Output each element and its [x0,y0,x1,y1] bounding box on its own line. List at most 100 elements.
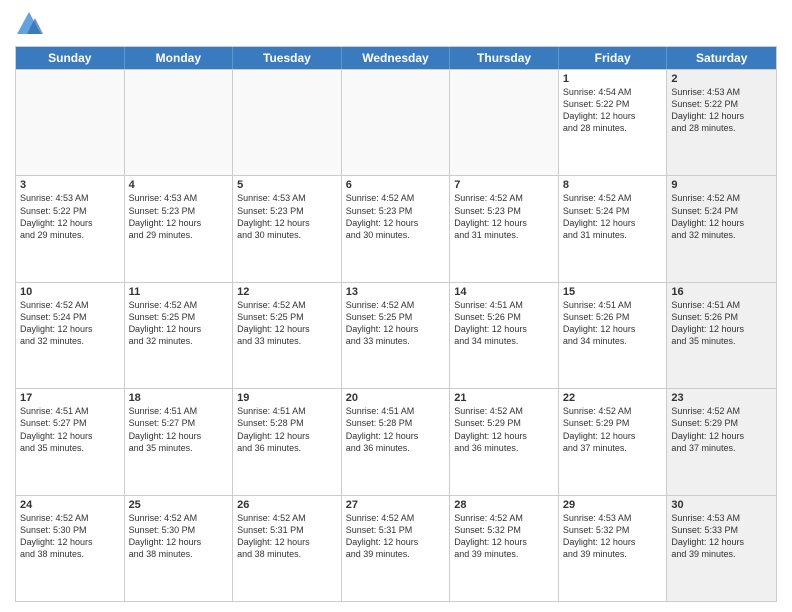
day-number: 26 [237,499,337,511]
day-number: 22 [563,392,663,404]
day-info: Sunrise: 4:52 AM Sunset: 5:30 PM Dayligh… [129,512,229,561]
day-number: 23 [671,392,772,404]
day-number: 4 [129,179,229,191]
day-info: Sunrise: 4:52 AM Sunset: 5:32 PM Dayligh… [454,512,554,561]
day-number: 5 [237,179,337,191]
weekday-header-friday: Friday [559,47,668,69]
cal-cell-1-0: 3Sunrise: 4:53 AM Sunset: 5:22 PM Daylig… [16,176,125,281]
day-info: Sunrise: 4:53 AM Sunset: 5:33 PM Dayligh… [671,512,772,561]
day-info: Sunrise: 4:52 AM Sunset: 5:24 PM Dayligh… [671,192,772,241]
cal-cell-0-5: 1Sunrise: 4:54 AM Sunset: 5:22 PM Daylig… [559,70,668,175]
day-info: Sunrise: 4:51 AM Sunset: 5:27 PM Dayligh… [20,405,120,454]
day-number: 14 [454,286,554,298]
cal-cell-0-4 [450,70,559,175]
day-number: 29 [563,499,663,511]
day-info: Sunrise: 4:51 AM Sunset: 5:26 PM Dayligh… [454,299,554,348]
day-info: Sunrise: 4:52 AM Sunset: 5:23 PM Dayligh… [454,192,554,241]
cal-cell-0-6: 2Sunrise: 4:53 AM Sunset: 5:22 PM Daylig… [667,70,776,175]
day-number: 6 [346,179,446,191]
day-info: Sunrise: 4:52 AM Sunset: 5:23 PM Dayligh… [346,192,446,241]
day-info: Sunrise: 4:53 AM Sunset: 5:23 PM Dayligh… [237,192,337,241]
cal-cell-1-3: 6Sunrise: 4:52 AM Sunset: 5:23 PM Daylig… [342,176,451,281]
cal-cell-1-2: 5Sunrise: 4:53 AM Sunset: 5:23 PM Daylig… [233,176,342,281]
day-info: Sunrise: 4:52 AM Sunset: 5:31 PM Dayligh… [346,512,446,561]
cal-row-0: 1Sunrise: 4:54 AM Sunset: 5:22 PM Daylig… [16,69,776,175]
day-number: 15 [563,286,663,298]
calendar-body: 1Sunrise: 4:54 AM Sunset: 5:22 PM Daylig… [16,69,776,601]
day-info: Sunrise: 4:53 AM Sunset: 5:22 PM Dayligh… [20,192,120,241]
day-info: Sunrise: 4:53 AM Sunset: 5:23 PM Dayligh… [129,192,229,241]
day-info: Sunrise: 4:51 AM Sunset: 5:28 PM Dayligh… [237,405,337,454]
weekday-header-tuesday: Tuesday [233,47,342,69]
calendar-header: SundayMondayTuesdayWednesdayThursdayFrid… [16,47,776,69]
cal-cell-1-5: 8Sunrise: 4:52 AM Sunset: 5:24 PM Daylig… [559,176,668,281]
cal-cell-3-3: 20Sunrise: 4:51 AM Sunset: 5:28 PM Dayli… [342,389,451,494]
cal-cell-4-4: 28Sunrise: 4:52 AM Sunset: 5:32 PM Dayli… [450,496,559,601]
cal-cell-2-6: 16Sunrise: 4:51 AM Sunset: 5:26 PM Dayli… [667,283,776,388]
cal-cell-3-5: 22Sunrise: 4:52 AM Sunset: 5:29 PM Dayli… [559,389,668,494]
cal-cell-3-2: 19Sunrise: 4:51 AM Sunset: 5:28 PM Dayli… [233,389,342,494]
day-number: 16 [671,286,772,298]
weekday-header-monday: Monday [125,47,234,69]
cal-row-3: 17Sunrise: 4:51 AM Sunset: 5:27 PM Dayli… [16,388,776,494]
day-number: 11 [129,286,229,298]
day-number: 30 [671,499,772,511]
day-info: Sunrise: 4:52 AM Sunset: 5:29 PM Dayligh… [563,405,663,454]
day-info: Sunrise: 4:52 AM Sunset: 5:31 PM Dayligh… [237,512,337,561]
day-number: 2 [671,73,772,85]
cal-cell-3-1: 18Sunrise: 4:51 AM Sunset: 5:27 PM Dayli… [125,389,234,494]
cal-cell-4-3: 27Sunrise: 4:52 AM Sunset: 5:31 PM Dayli… [342,496,451,601]
cal-cell-1-1: 4Sunrise: 4:53 AM Sunset: 5:23 PM Daylig… [125,176,234,281]
cal-cell-2-2: 12Sunrise: 4:52 AM Sunset: 5:25 PM Dayli… [233,283,342,388]
day-info: Sunrise: 4:53 AM Sunset: 5:32 PM Dayligh… [563,512,663,561]
cal-row-4: 24Sunrise: 4:52 AM Sunset: 5:30 PM Dayli… [16,495,776,601]
cal-cell-4-2: 26Sunrise: 4:52 AM Sunset: 5:31 PM Dayli… [233,496,342,601]
day-number: 28 [454,499,554,511]
day-number: 1 [563,73,663,85]
cal-cell-3-4: 21Sunrise: 4:52 AM Sunset: 5:29 PM Dayli… [450,389,559,494]
weekday-header-wednesday: Wednesday [342,47,451,69]
cal-cell-3-0: 17Sunrise: 4:51 AM Sunset: 5:27 PM Dayli… [16,389,125,494]
cal-cell-4-1: 25Sunrise: 4:52 AM Sunset: 5:30 PM Dayli… [125,496,234,601]
day-info: Sunrise: 4:52 AM Sunset: 5:30 PM Dayligh… [20,512,120,561]
day-info: Sunrise: 4:53 AM Sunset: 5:22 PM Dayligh… [671,86,772,135]
day-info: Sunrise: 4:52 AM Sunset: 5:24 PM Dayligh… [20,299,120,348]
cal-cell-0-3 [342,70,451,175]
day-number: 12 [237,286,337,298]
day-info: Sunrise: 4:52 AM Sunset: 5:25 PM Dayligh… [129,299,229,348]
cal-row-2: 10Sunrise: 4:52 AM Sunset: 5:24 PM Dayli… [16,282,776,388]
cal-cell-0-2 [233,70,342,175]
cal-cell-1-6: 9Sunrise: 4:52 AM Sunset: 5:24 PM Daylig… [667,176,776,281]
calendar: SundayMondayTuesdayWednesdayThursdayFrid… [15,46,777,602]
cal-cell-2-5: 15Sunrise: 4:51 AM Sunset: 5:26 PM Dayli… [559,283,668,388]
cal-cell-4-0: 24Sunrise: 4:52 AM Sunset: 5:30 PM Dayli… [16,496,125,601]
cal-cell-2-4: 14Sunrise: 4:51 AM Sunset: 5:26 PM Dayli… [450,283,559,388]
day-number: 10 [20,286,120,298]
day-number: 18 [129,392,229,404]
day-info: Sunrise: 4:51 AM Sunset: 5:26 PM Dayligh… [563,299,663,348]
cal-cell-3-6: 23Sunrise: 4:52 AM Sunset: 5:29 PM Dayli… [667,389,776,494]
day-number: 25 [129,499,229,511]
day-info: Sunrise: 4:51 AM Sunset: 5:26 PM Dayligh… [671,299,772,348]
day-number: 21 [454,392,554,404]
day-info: Sunrise: 4:52 AM Sunset: 5:25 PM Dayligh… [237,299,337,348]
day-info: Sunrise: 4:52 AM Sunset: 5:25 PM Dayligh… [346,299,446,348]
weekday-header-sunday: Sunday [16,47,125,69]
day-number: 9 [671,179,772,191]
day-number: 7 [454,179,554,191]
weekday-header-thursday: Thursday [450,47,559,69]
cal-cell-2-1: 11Sunrise: 4:52 AM Sunset: 5:25 PM Dayli… [125,283,234,388]
day-number: 27 [346,499,446,511]
cal-cell-1-4: 7Sunrise: 4:52 AM Sunset: 5:23 PM Daylig… [450,176,559,281]
cal-row-1: 3Sunrise: 4:53 AM Sunset: 5:22 PM Daylig… [16,175,776,281]
cal-cell-4-5: 29Sunrise: 4:53 AM Sunset: 5:32 PM Dayli… [559,496,668,601]
day-number: 8 [563,179,663,191]
logo-icon [15,10,43,38]
page: SundayMondayTuesdayWednesdayThursdayFrid… [0,0,792,612]
header [15,10,777,38]
logo [15,10,47,38]
day-number: 3 [20,179,120,191]
day-number: 19 [237,392,337,404]
day-number: 13 [346,286,446,298]
cal-cell-0-0 [16,70,125,175]
